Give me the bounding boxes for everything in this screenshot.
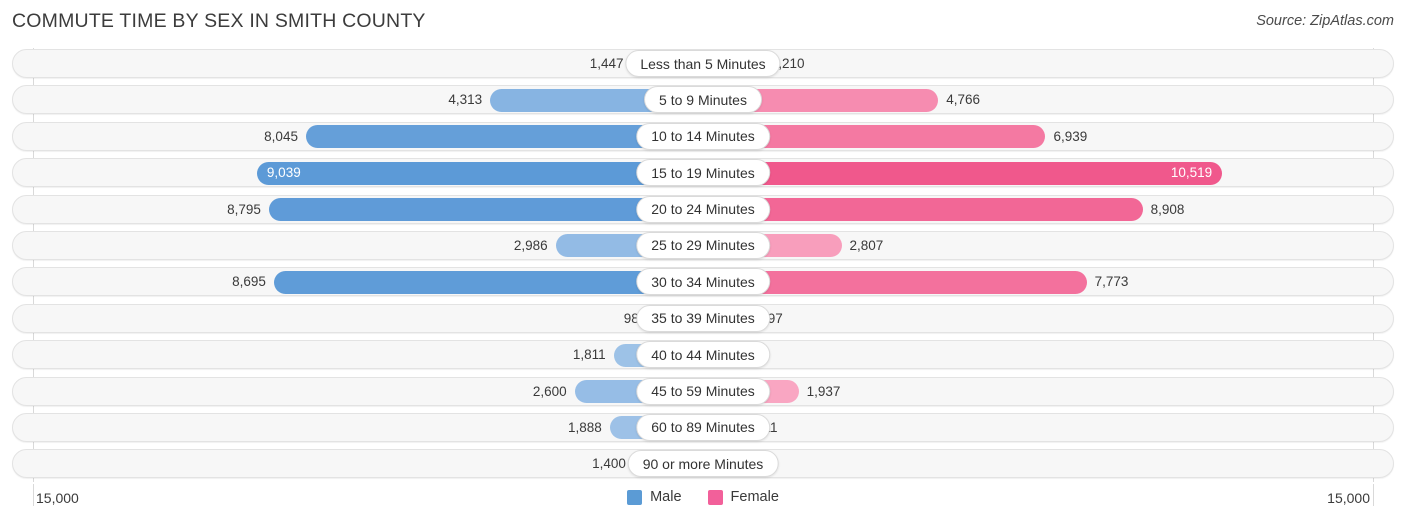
bar-value-female: 2,807: [849, 237, 884, 253]
category-label[interactable]: 90 or more Minutes: [627, 450, 779, 478]
table-row: 2,600 1,937 45 to 59 Minutes: [0, 374, 1406, 410]
category-label[interactable]: 60 to 89 Minutes: [636, 413, 770, 441]
table-row: 9,039 10,519 15 to 19 Minutes: [0, 155, 1406, 191]
table-row: 8,695 7,773 30 to 34 Minutes: [0, 264, 1406, 300]
bar-value-female: 6,939: [1053, 128, 1088, 144]
category-label[interactable]: Less than 5 Minutes: [625, 50, 781, 77]
bar-value-male: 8,045: [264, 128, 298, 144]
bar-value-male: 9,039: [266, 165, 301, 181]
category-label[interactable]: 20 to 24 Minutes: [636, 195, 770, 223]
category-label[interactable]: 5 to 9 Minutes: [644, 86, 762, 114]
legend-label-female: Female: [730, 489, 779, 505]
category-label[interactable]: 15 to 19 Minutes: [636, 159, 770, 187]
table-row: 2,986 2,807 25 to 29 Minutes: [0, 228, 1406, 264]
bar-value-male: 1,888: [568, 419, 602, 435]
legend-item-male[interactable]: Male: [627, 489, 682, 505]
category-label[interactable]: 25 to 29 Minutes: [636, 231, 770, 259]
bar-value-female: 8,908: [1150, 201, 1185, 217]
chart-footer: 15,000 15,000 Male Female: [0, 484, 1406, 523]
table-row: 1,88891160 to 89 Minutes: [0, 410, 1406, 446]
category-label[interactable]: 35 to 39 Minutes: [636, 304, 770, 332]
table-row: 1,40062190 or more Minutes: [0, 446, 1406, 482]
page-title: COMMUTE TIME BY SEX IN SMITH COUNTY: [12, 10, 426, 32]
category-label[interactable]: 45 to 59 Minutes: [636, 377, 770, 405]
legend-item-female[interactable]: Female: [707, 489, 779, 505]
source-attribution: Source: ZipAtlas.com: [1256, 13, 1394, 29]
bar-value-male: 4,313: [448, 92, 483, 108]
bar-value-female: 1,937: [806, 383, 841, 399]
legend-swatch-male: [627, 489, 643, 505]
bar-value-male: 2,600: [532, 383, 567, 399]
table-row: 8,045 6,939 10 to 14 Minutes: [0, 119, 1406, 155]
table-row: 1,447 1,210 Less than 5 Minutes: [0, 46, 1406, 82]
bar-value-female: 4,766: [946, 92, 980, 108]
bar-value-female: 10,519: [1170, 165, 1213, 181]
legend-label-male: Male: [650, 489, 682, 505]
table-row: 1,81169340 to 44 Minutes: [0, 337, 1406, 373]
bar-value-male: 8,795: [227, 201, 261, 217]
chart-plot-area: 1,447 1,210 Less than 5 Minutes 4,313 4,766 5…: [0, 46, 1406, 484]
category-label[interactable]: 10 to 14 Minutes: [636, 122, 770, 150]
table-row: 8,795 8,908 20 to 24 Minutes: [0, 192, 1406, 228]
category-label[interactable]: 40 to 44 Minutes: [636, 341, 770, 369]
bar-value-male: 1,447: [589, 56, 624, 71]
bar-value-male: 1,811: [572, 347, 606, 363]
bar-value-male: 8,695: [232, 274, 266, 290]
category-label[interactable]: 30 to 34 Minutes: [636, 268, 770, 296]
bar-value-female: 7,773: [1094, 274, 1129, 290]
bar-female[interactable]: [703, 161, 1223, 185]
table-row: 4,313 4,766 5 to 9 Minutes: [0, 82, 1406, 118]
chart-header: COMMUTE TIME BY SEX IN SMITH COUNTY Sour…: [0, 0, 1406, 46]
bar-rows: 1,447 1,210 Less than 5 Minutes 4,313 4,766 5…: [0, 46, 1406, 483]
bar-value-male: 2,986: [513, 237, 548, 253]
chart-legend: Male Female: [0, 489, 1406, 505]
legend-swatch-female: [707, 489, 723, 505]
table-row: 988 997 35 to 39 Minutes: [0, 301, 1406, 337]
bar-value-male: 1,400: [592, 456, 626, 472]
